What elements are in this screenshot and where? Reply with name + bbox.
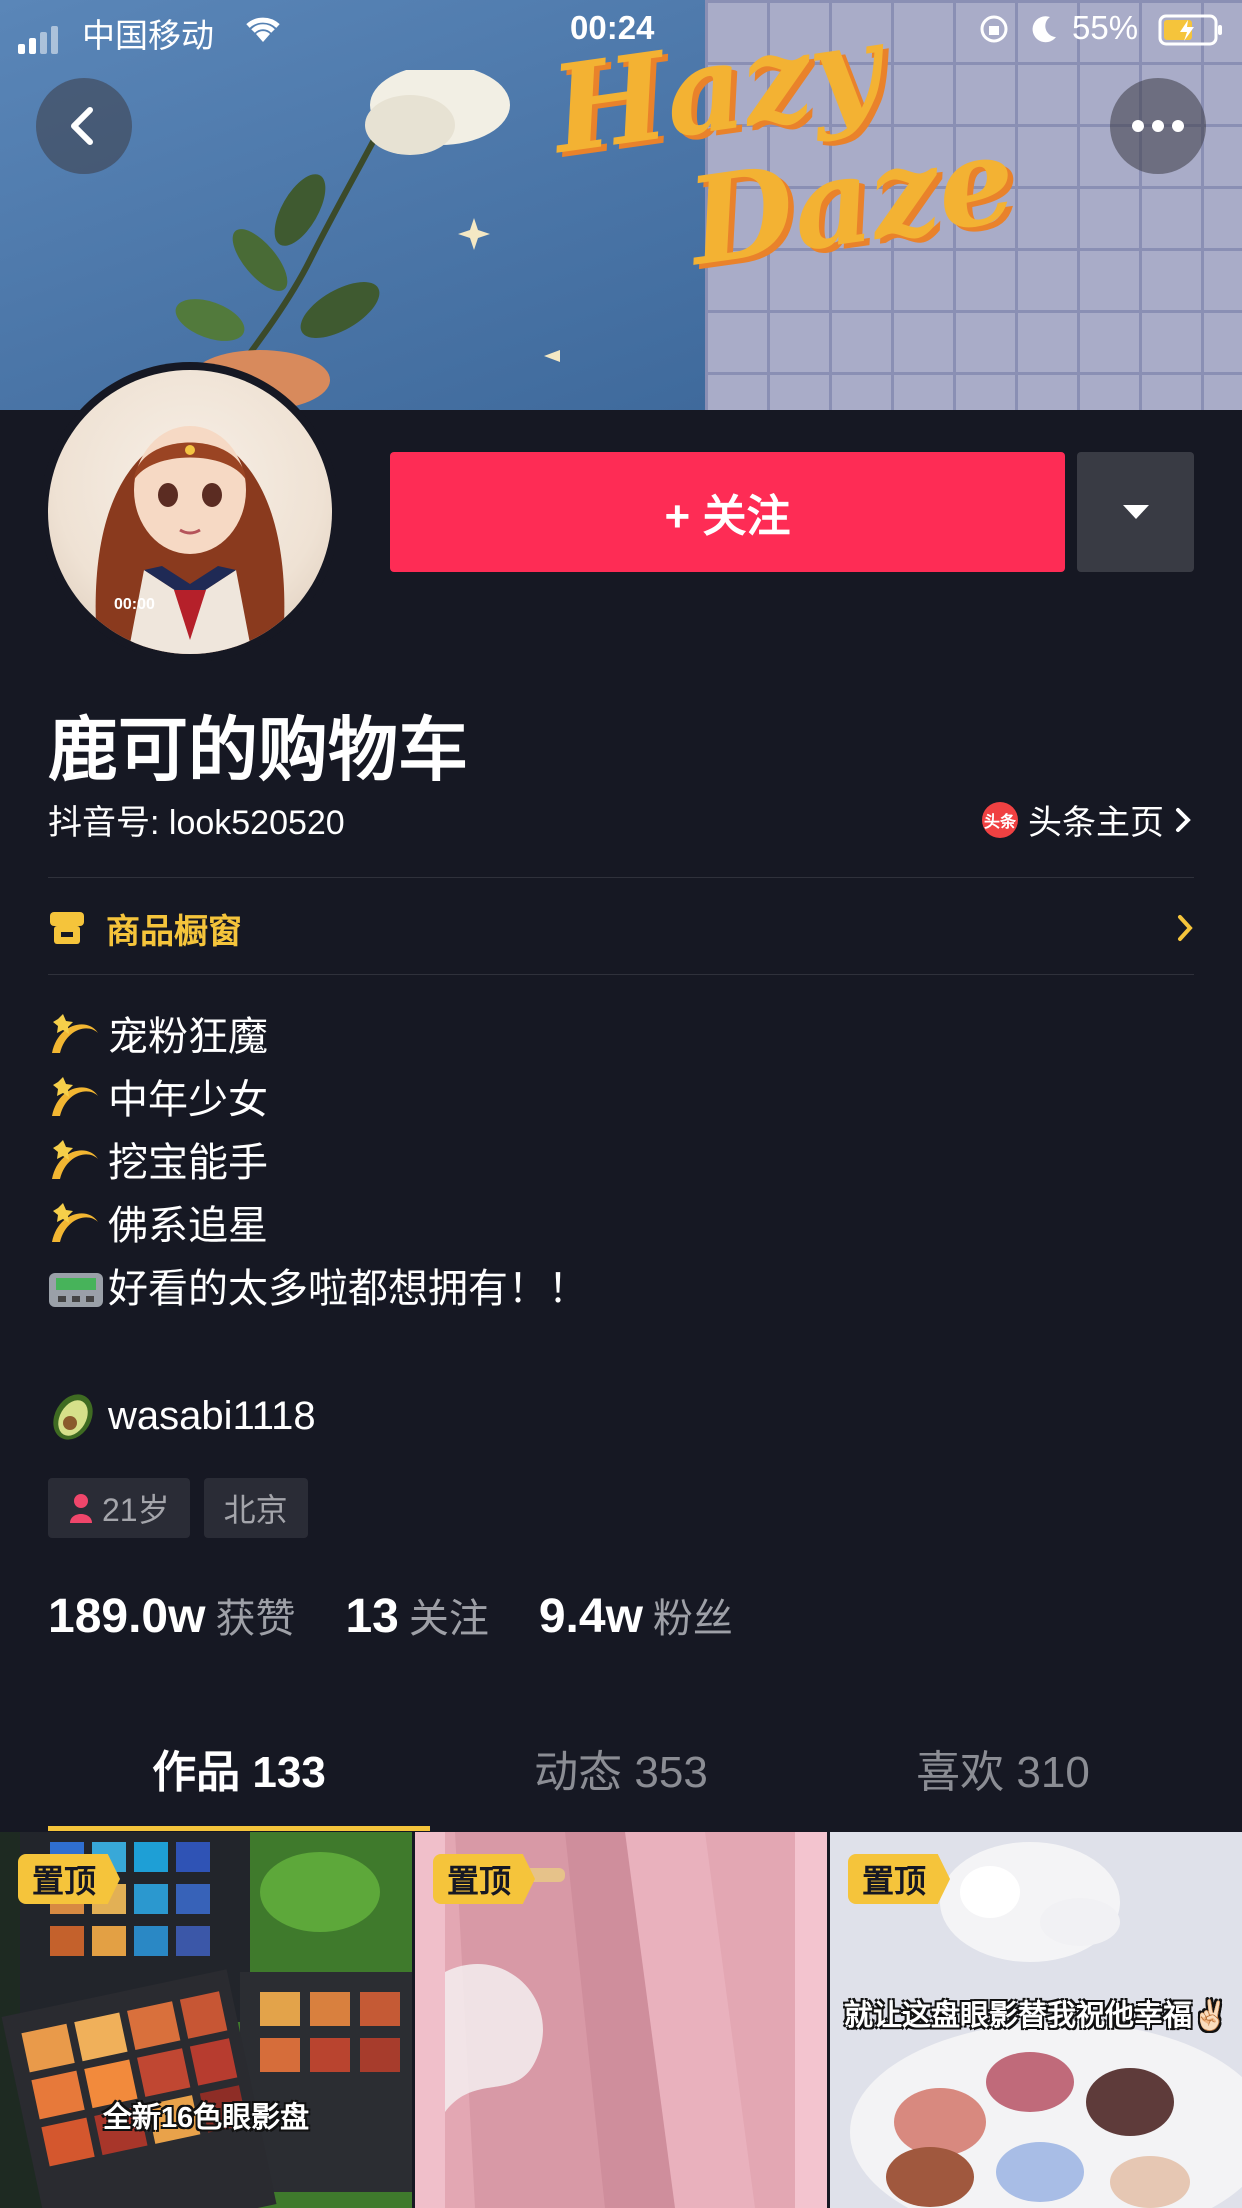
video-thumbnail[interactable]: 置顶 全新16色眼影盘 [0,1832,412,2208]
pinned-badge: 置顶 [433,1854,536,1904]
chevron-right-icon [1176,807,1191,832]
more-options-button[interactable] [1110,78,1206,174]
wifi-icon [246,17,280,42]
video-grid: 置顶 全新16色眼影盘 置顶 置顶 就让这盘眼影替我祝他幸福✌🏻 [0,1832,1242,2208]
bio-line: 佛系追星 [48,1195,588,1258]
dizzy-star-icon [48,1139,108,1189]
battery-percent: 55% [1072,9,1139,46]
douyin-id: 抖音号: look520520 [48,804,345,842]
profile-tags: 21岁 北京 [48,1478,308,1538]
flower-illustration [175,70,560,410]
bio-contact-line: wasabi1118 [48,1385,588,1448]
toutiao-label: 头条主页 [1028,804,1164,842]
video-caption: 就让这盘眼影替我祝他幸福✌🏻 [843,2000,1229,2032]
bio-text: 宠粉狂魔 [108,1015,268,1059]
chevron-right-icon [1178,915,1193,941]
tab-works[interactable]: 作品 133 [32,1738,446,1830]
active-tab-indicator [48,1826,430,1831]
fans-label[interactable]: 粉丝 [653,1586,733,1644]
video-thumbnail[interactable]: 置顶 就让这盘眼影替我祝他幸福✌🏻 [830,1832,1242,2208]
ellipsis-icon [1132,120,1184,132]
bio-text: 挖宝能手 [108,1141,268,1185]
profile-stats: 189.0w 获赞 13 关注 9.4w 粉丝 [48,1586,783,1644]
avocado-icon [48,1391,108,1443]
age-tag: 21岁 [48,1478,190,1538]
female-icon [70,1494,92,1523]
avatar-timestamp: 00:00 [114,596,155,613]
pinned-badge: 置顶 [848,1854,951,1904]
likes-count: 189.0w [48,1590,206,1643]
bio-contact: wasabi1118 [108,1394,316,1438]
tab-likes[interactable]: 喜欢 310 [796,1738,1210,1830]
moon-icon [1032,16,1056,43]
bio-text: 中年少女 [108,1078,268,1122]
likes-label: 获赞 [215,1597,296,1641]
avatar-image: 00:00 [48,370,332,654]
toutiao-logo-icon: 头条 [982,801,1018,838]
bio-line: 中年少女 [48,1069,588,1132]
follow-button[interactable]: + 关注 [390,452,1065,572]
following-label[interactable]: 关注 [409,1586,489,1644]
bio: 宠粉狂魔 中年少女 挖宝能手 佛系追星 好看的太多啦都想拥有！！ wasabi1… [48,1006,588,1448]
age-text: 21岁 [102,1492,170,1528]
content-tabs: 作品 133 动态 353 喜欢 310 [0,1738,1242,1831]
fans-count[interactable]: 9.4w [539,1589,643,1644]
dizzy-star-icon [48,1013,108,1063]
bio-line: 宠粉狂魔 [48,1006,588,1069]
city-tag: 北京 [203,1478,308,1538]
profile-name: 鹿可的购物车 [48,711,468,789]
tab-activity[interactable]: 动态 353 [414,1738,828,1830]
bio-text: 好看的太多啦都想拥有！！ [108,1267,588,1311]
clock: 00:24 [570,9,655,46]
pager-icon [48,1272,108,1308]
avatar[interactable]: 00:00 [40,362,340,662]
caret-down-icon [1122,505,1149,519]
toutiao-homepage-link[interactable]: 头条 头条主页 [982,795,1192,844]
pinned-badge: 置顶 [18,1854,121,1904]
following-count[interactable]: 13 [345,1589,398,1644]
video-thumbnail[interactable]: 置顶 [415,1832,827,2208]
back-button[interactable] [36,78,132,174]
battery-icon [1158,14,1222,46]
bio-line: 好看的太多啦都想拥有！！ [48,1258,588,1321]
divider [48,877,1194,878]
anime-girl-illustration [95,426,285,654]
carrier-name: 中国移动 [82,17,214,54]
status-bar: 中国移动 00:24 55% [0,0,1242,60]
chevron-left-icon [71,107,93,145]
shop-window-label: 商品橱窗 [106,912,242,951]
divider [48,974,1194,975]
dizzy-star-icon [48,1076,108,1126]
signal-icon [18,16,62,54]
bio-text: 佛系追星 [108,1204,268,1248]
recommend-dropdown-button[interactable] [1077,452,1194,572]
city-text: 北京 [223,1492,288,1528]
dizzy-star-icon [48,1202,108,1252]
bio-line: 挖宝能手 [48,1132,588,1195]
profile-cover: Hazy Daze [0,0,1242,410]
shop-icon [50,912,84,944]
shop-window-row[interactable]: 商品橱窗 [48,900,1194,956]
rotation-lock-icon [980,15,1008,43]
video-caption: 全新16色眼影盘 [102,2102,310,2134]
